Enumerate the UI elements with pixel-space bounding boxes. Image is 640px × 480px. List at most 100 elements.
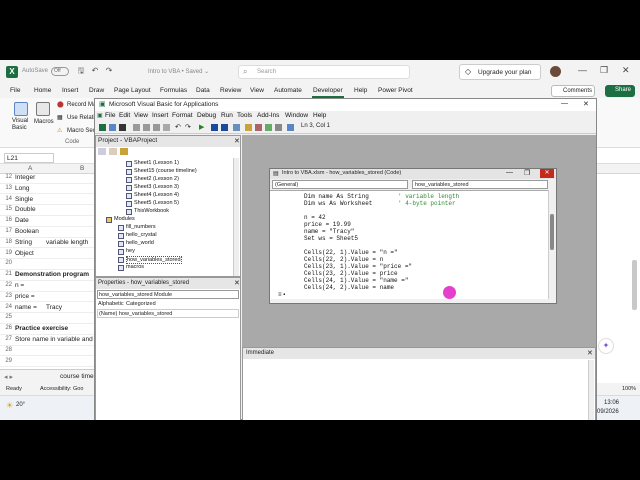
row-number[interactable]: 29 (0, 358, 12, 364)
table-row[interactable]: 14 Single (0, 196, 95, 206)
tree-item[interactable]: hello_world (126, 240, 154, 246)
table-row[interactable]: 18 String variable length (0, 239, 95, 249)
toggle-folders-icon[interactable] (120, 148, 128, 155)
run-icon[interactable]: ▶ (199, 123, 204, 131)
row-number[interactable]: 27 (0, 336, 12, 342)
menu-insert[interactable]: Insert (62, 87, 78, 94)
copy-icon[interactable] (143, 124, 150, 131)
code-minimize-icon[interactable]: — (506, 169, 513, 176)
visual-basic-label[interactable]: Visual Basic (12, 118, 32, 132)
menu-power-pivot[interactable]: Power Pivot (378, 87, 413, 94)
menu-formulas[interactable]: Formulas (160, 87, 187, 94)
tab-alphabetic[interactable]: Alphabetic (98, 301, 124, 307)
vbe-menu-debug[interactable]: Debug (197, 112, 216, 119)
close-icon[interactable]: ✕ (622, 65, 630, 76)
cell-a[interactable]: Date (15, 217, 29, 224)
tree-item[interactable]: Sheet2 (Lesson 2) (134, 176, 179, 182)
menu-review[interactable]: Review (220, 87, 241, 94)
menu-help[interactable]: Help (354, 87, 367, 94)
paste-icon[interactable] (153, 124, 160, 131)
cell-a[interactable]: Boolean (15, 228, 39, 235)
object-dropdown[interactable]: (General) (272, 180, 408, 189)
cell-a[interactable]: String (15, 239, 32, 246)
table-row[interactable]: 16 Date (0, 217, 95, 227)
procedure-dropdown[interactable]: how_variables_stored (412, 180, 548, 189)
tree-item[interactable]: Modules (114, 216, 135, 222)
search-input[interactable]: Search (238, 65, 410, 79)
row-number[interactable]: 20 (0, 260, 12, 266)
table-row[interactable]: 27 Store name in variable and c (0, 336, 98, 346)
vbe-menu-file[interactable]: File (105, 112, 115, 119)
properties-close-icon[interactable]: ✕ (234, 279, 240, 287)
table-row[interactable]: 20 (0, 260, 95, 271)
code-editor[interactable]: Dim name As String ' variable length Dim w… (270, 190, 548, 299)
cell-a[interactable]: n = (15, 282, 24, 289)
save-icon[interactable]: 🖫 (76, 66, 86, 76)
code-line[interactable]: Set ws = Sheet5 (304, 235, 358, 242)
code-line[interactable]: Cells(22, 1).Value = "n =" (304, 249, 398, 256)
autosave-toggle[interactable]: Off (51, 67, 69, 76)
tree-item[interactable]: Sheet5 (Lesson 5) (134, 200, 179, 206)
macros-icon[interactable] (36, 102, 50, 116)
tab-scroll-icon[interactable]: ◂ ▸ (4, 373, 13, 381)
vbe-menu-tools[interactable]: Tools (237, 112, 252, 119)
table-row[interactable]: 24 name = Tracy (0, 304, 95, 314)
vbe-menu-edit[interactable]: Edit (119, 112, 130, 119)
cell-a[interactable]: Integer (15, 174, 35, 181)
vbe-menu-window[interactable]: Window (285, 112, 308, 119)
view-toggle-icon[interactable]: ≡ ▪ (278, 292, 285, 298)
row-number[interactable]: 19 (0, 250, 12, 256)
cell-a[interactable]: Practice exercise (15, 325, 68, 332)
cell-b[interactable]: Tracy (46, 304, 62, 311)
upgrade-button[interactable]: Upgrade your plan (459, 64, 541, 80)
code-line[interactable]: Cells(23, 1).Value = "price =" (304, 263, 412, 270)
cell-a[interactable]: Store name in variable and c (15, 336, 98, 343)
code-line[interactable]: price = 19.99 (304, 221, 351, 228)
menu-view[interactable]: View (250, 87, 264, 94)
code-line[interactable]: Cells(22, 2).Value = n (304, 256, 383, 263)
tree-item[interactable]: Sheet3 (Lesson 3) (134, 184, 179, 190)
table-row[interactable]: 28 (0, 347, 95, 357)
code-maximize-icon[interactable]: ❐ (524, 169, 530, 177)
cell-a[interactable]: name = (15, 304, 37, 311)
menu-draw[interactable]: Draw (89, 87, 104, 94)
cell-a[interactable]: Double (15, 206, 36, 213)
project-scrollbar[interactable] (233, 158, 239, 276)
maximize-icon[interactable]: ❐ (600, 65, 608, 76)
tab-categorized[interactable]: Categorized (126, 301, 156, 307)
view-object-icon[interactable] (109, 148, 117, 155)
code-line[interactable]: Cells(24, 2).Value = name (304, 284, 394, 291)
break-icon[interactable] (211, 124, 218, 131)
table-row[interactable]: 17 Boolean (0, 228, 95, 238)
avatar[interactable] (550, 66, 561, 77)
cut-icon[interactable] (133, 124, 140, 131)
cell-a[interactable]: Long (15, 185, 29, 192)
cell-a[interactable]: Single (15, 196, 33, 203)
column-b-header[interactable]: B (80, 165, 84, 172)
properties-icon[interactable] (255, 124, 262, 131)
tree-item[interactable]: Sheet4 (Lesson 4) (134, 192, 179, 198)
vbe-menu-format[interactable]: Format (172, 112, 193, 119)
code-line[interactable]: name = "Tracy" (304, 228, 354, 235)
sheet-scrollbar[interactable] (632, 260, 637, 310)
tree-item[interactable]: hello_crystal (126, 232, 157, 238)
find-icon[interactable] (163, 124, 170, 131)
table-row[interactable]: 25 (0, 314, 95, 325)
code-line[interactable]: Dim name As String (304, 193, 369, 200)
view-code-icon[interactable] (98, 148, 106, 155)
vbe-menu-run[interactable]: Run (221, 112, 233, 119)
tree-item[interactable]: Sheet1 (Lesson 1) (134, 160, 179, 166)
row-number[interactable]: 26 (0, 325, 12, 331)
code-line[interactable]: n = 42 (304, 214, 326, 221)
row-number[interactable]: 18 (0, 239, 12, 245)
tree-item[interactable]: how_variables_stored (126, 256, 182, 264)
vbe-menu-view[interactable]: View (134, 112, 148, 119)
view-excel-icon[interactable] (99, 124, 106, 131)
help-icon[interactable] (287, 124, 294, 131)
property-name-row[interactable]: (Name) how_variables_stored (97, 309, 239, 318)
table-row[interactable]: 19 Object (0, 250, 95, 260)
undo-icon[interactable]: ↶ (90, 66, 100, 76)
row-number[interactable]: 25 (0, 314, 12, 320)
design-mode-icon[interactable] (233, 124, 240, 131)
row-number[interactable]: 15 (0, 206, 12, 212)
